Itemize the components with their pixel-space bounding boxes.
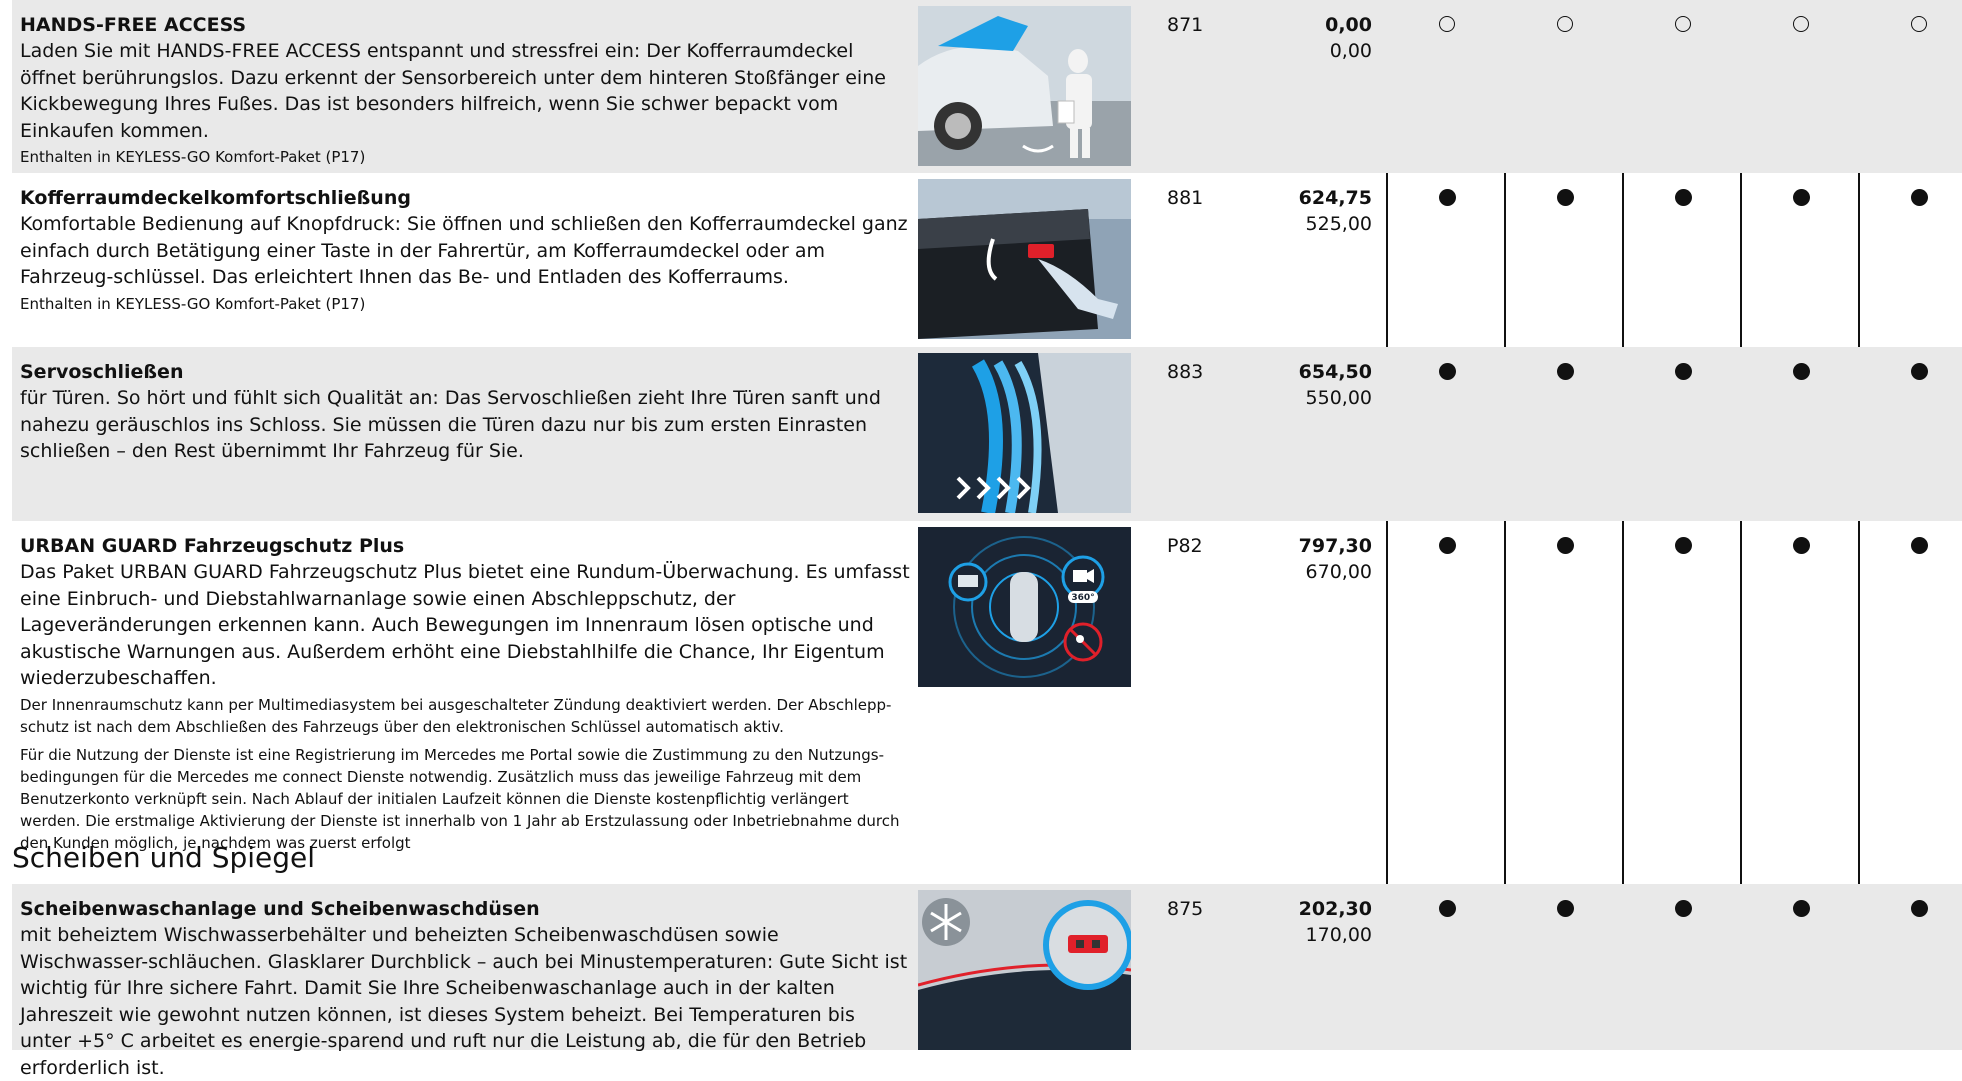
availability-standard-icon <box>1437 899 1457 919</box>
row-title: Servoschließen <box>20 361 184 383</box>
equipment-row-urban-guard: URBAN GUARD Fahrzeugschutz Plus Das Pake… <box>12 521 1962 852</box>
availability-optional-icon <box>1437 15 1457 35</box>
availability-standard-icon <box>1791 362 1811 382</box>
option-code: 883 <box>1167 361 1204 383</box>
hands-free-tailgate-image <box>918 6 1131 166</box>
equipment-row-hands-free-access: HANDS-FREE ACCESS Laden Sie mit HANDS-FR… <box>12 0 1962 173</box>
availability-standard-icon <box>1791 899 1811 919</box>
row-note: Enthalten in KEYLESS-GO Komfort-Paket (P… <box>20 294 366 313</box>
price-gross: 797,30 <box>1298 535 1372 557</box>
availability-optional-icon <box>1909 15 1929 35</box>
price-net: 670,00 <box>1305 561 1372 583</box>
availability-standard-icon <box>1437 188 1457 208</box>
row-description: Das Paket URBAN GUARD Fahrzeugschutz Plu… <box>20 561 910 689</box>
price-gross: 202,30 <box>1298 898 1372 920</box>
price-gross: 624,75 <box>1298 187 1372 209</box>
availability-standard-icon <box>1555 899 1575 919</box>
row-text: URBAN GUARD Fahrzeugschutz Plus Das Pake… <box>20 533 910 854</box>
availability-standard-icon <box>1673 188 1693 208</box>
availability-standard-icon <box>1909 188 1929 208</box>
row-note: Für die Nutzung der Dienste ist eine Reg… <box>20 745 900 852</box>
availability-standard-icon <box>1909 362 1929 382</box>
row-description: Komfortable Bedienung auf Knopfdruck: Si… <box>20 213 908 288</box>
availability-optional-icon <box>1673 15 1693 35</box>
row-description: für Türen. So hört und fühlt sich Qualit… <box>20 387 881 462</box>
availability-standard-icon <box>1909 899 1929 919</box>
availability-standard-icon <box>1791 188 1811 208</box>
tailgate-button-image <box>918 179 1131 339</box>
row-description: mit beheiztem Wischwasserbehälter und be… <box>20 924 908 1079</box>
availability-standard-icon <box>1555 536 1575 556</box>
row-text: Scheibenwaschanlage und Scheibenwaschdüs… <box>20 896 910 1081</box>
equipment-row-soft-close: Servoschließen für Türen. So hört und fü… <box>12 347 1962 521</box>
price-net: 550,00 <box>1305 387 1372 409</box>
price-block: 797,30 670,00 <box>1262 533 1372 585</box>
price-block: 0,00 0,00 <box>1262 12 1372 64</box>
availability-optional-icon <box>1555 15 1575 35</box>
heated-washer-image <box>918 890 1131 1050</box>
price-gross: 0,00 <box>1325 14 1372 36</box>
option-code: 881 <box>1167 187 1204 209</box>
equipment-row-tailgate-comfort-close: Kofferraumdeckelkomfortschließung Komfor… <box>12 173 1962 347</box>
price-block: 654,50 550,00 <box>1262 359 1372 411</box>
availability-standard-icon <box>1673 899 1693 919</box>
row-description: Laden Sie mit HANDS-FREE ACCESS entspann… <box>20 40 886 142</box>
availability-optional-icon <box>1791 15 1811 35</box>
row-text: Kofferraumdeckelkomfortschließung Komfor… <box>20 185 910 315</box>
row-title: Scheibenwaschanlage und Scheibenwaschdüs… <box>20 898 540 920</box>
row-title: HANDS-FREE ACCESS <box>20 14 247 36</box>
option-code: P82 <box>1167 535 1203 557</box>
price-net: 0,00 <box>1329 40 1372 62</box>
availability-standard-icon <box>1555 188 1575 208</box>
row-text: Servoschließen für Türen. So hört und fü… <box>20 359 910 465</box>
row-title: Kofferraumdeckelkomfortschließung <box>20 187 411 209</box>
option-code: 875 <box>1167 898 1204 920</box>
equipment-row-heated-washer: Scheibenwaschanlage und Scheibenwaschdüs… <box>12 884 1962 1079</box>
price-net: 525,00 <box>1305 213 1372 235</box>
row-text: HANDS-FREE ACCESS Laden Sie mit HANDS-FR… <box>20 12 910 168</box>
camera-360-badge: 360° <box>1071 593 1094 603</box>
price-block: 202,30 170,00 <box>1262 896 1372 948</box>
soft-close-door-image <box>918 353 1131 513</box>
option-code: 871 <box>1167 14 1204 36</box>
price-gross: 654,50 <box>1298 361 1372 383</box>
price-net: 170,00 <box>1305 924 1372 946</box>
availability-standard-icon <box>1673 362 1693 382</box>
urban-guard-image: 360° <box>918 527 1131 687</box>
availability-standard-icon <box>1791 536 1811 556</box>
price-block: 624,75 525,00 <box>1262 185 1372 237</box>
availability-standard-icon <box>1555 362 1575 382</box>
availability-standard-icon <box>1437 362 1457 382</box>
availability-standard-icon <box>1437 536 1457 556</box>
row-note: Der Innenraumschutz kann per Multimedias… <box>20 695 892 736</box>
section-heading: Scheiben und Spiegel <box>12 841 316 874</box>
availability-standard-icon <box>1909 536 1929 556</box>
row-note: Enthalten in KEYLESS-GO Komfort-Paket (P… <box>20 148 366 166</box>
availability-standard-icon <box>1673 536 1693 556</box>
row-title: URBAN GUARD Fahrzeugschutz Plus <box>20 535 405 557</box>
